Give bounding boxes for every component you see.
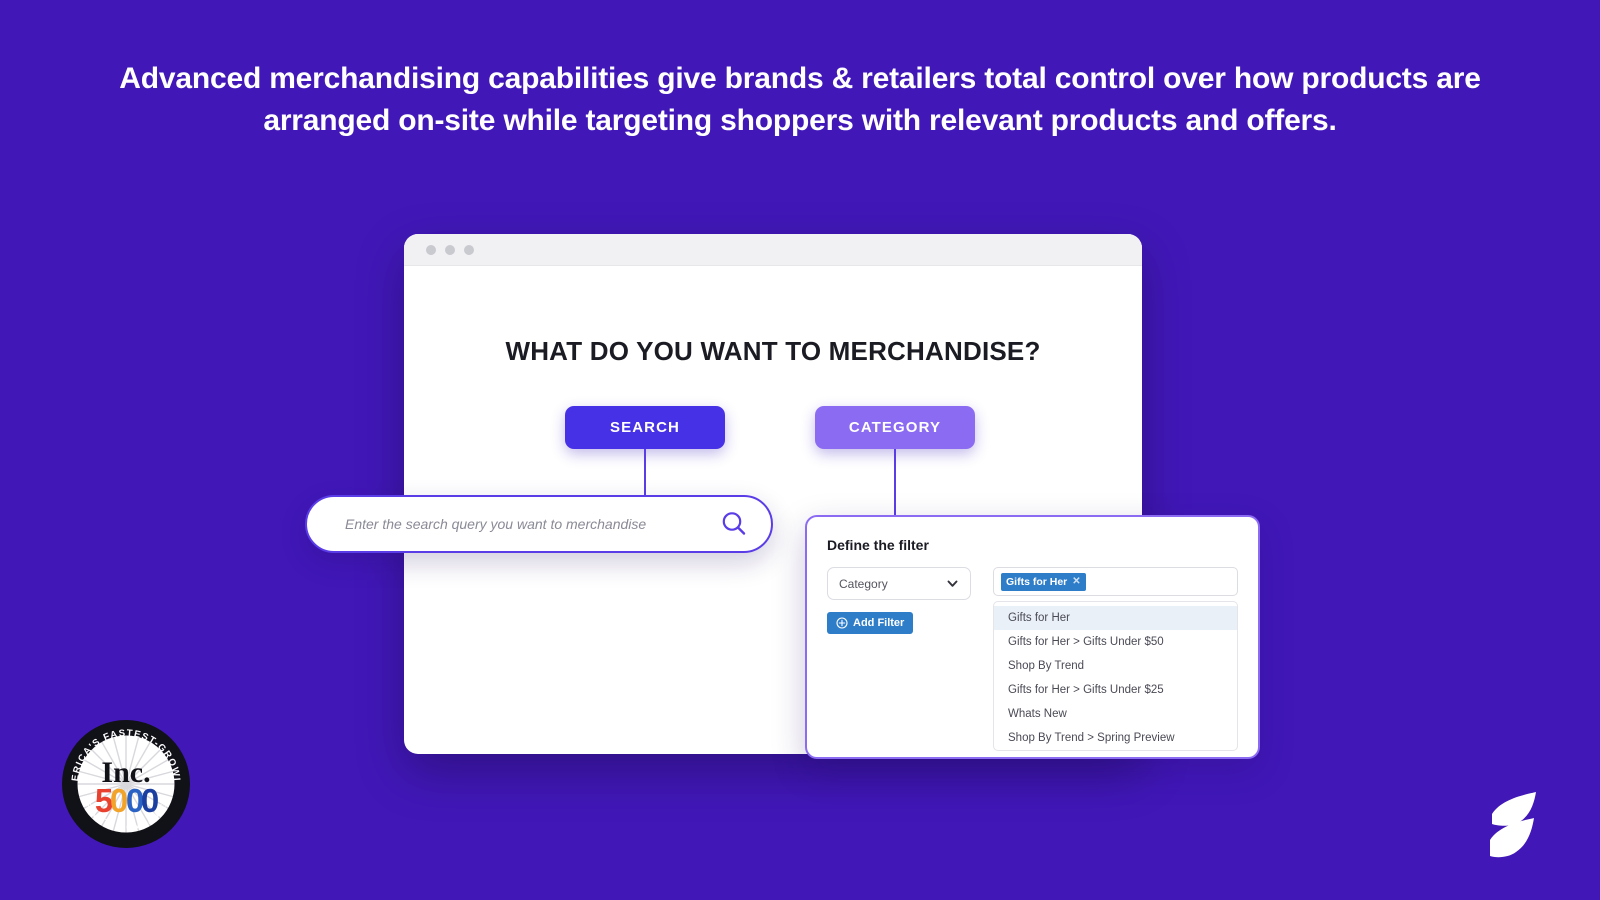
browser-title-bar bbox=[404, 234, 1142, 266]
list-item[interactable]: Shop By Trend bbox=[994, 654, 1237, 678]
filter-value-input[interactable]: Gifts for Her ✕ bbox=[993, 567, 1238, 596]
selected-tag-label: Gifts for Her bbox=[1006, 575, 1068, 588]
maximize-dot-icon[interactable] bbox=[464, 244, 474, 255]
close-dot-icon[interactable] bbox=[426, 244, 436, 255]
list-item[interactable]: Gifts for Her > Gifts Under $25 bbox=[994, 678, 1237, 702]
define-filter-panel: Define the filter Category Add Filter Gi… bbox=[805, 515, 1260, 759]
list-item[interactable]: Gifts for Her bbox=[994, 606, 1237, 630]
search-input-placeholder: Enter the search query you want to merch… bbox=[345, 516, 647, 532]
headline-line-1: Advanced merchandising capabilities give… bbox=[119, 62, 1429, 95]
search-choice-button[interactable]: SEARCH bbox=[565, 406, 725, 449]
list-item[interactable]: Shop By Trend > Spring Preview bbox=[994, 726, 1237, 750]
minimize-dot-icon[interactable] bbox=[445, 244, 455, 255]
inc-5000-badge: AMERICA'S FASTEST-GROWING PRIVATE COMPAN… bbox=[55, 710, 192, 850]
list-item[interactable]: Whats New bbox=[994, 702, 1237, 726]
search-icon[interactable] bbox=[719, 509, 749, 539]
filter-panel-row: Category Add Filter Gifts for Her ✕ Gift… bbox=[827, 567, 1238, 751]
filter-options-dropdown[interactable]: Gifts for Her Gifts for Her > Gifts Unde… bbox=[993, 601, 1238, 751]
search-query-field[interactable]: Enter the search query you want to merch… bbox=[305, 495, 773, 553]
search-choice-label: SEARCH bbox=[610, 419, 680, 436]
circle-plus-icon bbox=[836, 617, 848, 629]
searchspring-s-logo bbox=[1484, 792, 1542, 862]
selected-tag[interactable]: Gifts for Her ✕ bbox=[1001, 572, 1086, 591]
category-choice-button[interactable]: CATEGORY bbox=[815, 406, 975, 449]
category-choice-label: CATEGORY bbox=[848, 419, 942, 436]
page-headline: Advanced merchandising capabilities give… bbox=[90, 58, 1510, 142]
filter-value-column: Gifts for Her ✕ Gifts for Her Gifts for … bbox=[993, 567, 1238, 751]
merchandise-question-title: WHAT DO YOU WANT TO MERCHANDISE? bbox=[505, 336, 1041, 366]
close-icon[interactable]: ✕ bbox=[1072, 576, 1080, 587]
browser-viewport: WHAT DO YOU WANT TO MERCHANDISE? SEARCH … bbox=[305, 266, 1260, 759]
list-item[interactable]: Gifts for Her > Gifts Under $50 bbox=[994, 630, 1237, 654]
inc-badge-digit-0c: 0 bbox=[141, 782, 159, 819]
add-filter-label: Add Filter bbox=[853, 617, 905, 629]
filter-field-select-value: Category bbox=[839, 576, 888, 591]
filter-panel-title: Define the filter bbox=[827, 537, 929, 553]
filter-field-select[interactable]: Category bbox=[827, 567, 971, 600]
chevron-down-icon bbox=[946, 577, 959, 590]
browser-window-mockup: WHAT DO YOU WANT TO MERCHANDISE? SEARCH … bbox=[305, 234, 1260, 759]
add-filter-button[interactable]: Add Filter bbox=[827, 612, 914, 634]
filter-controls-column: Category Add Filter bbox=[827, 567, 971, 751]
